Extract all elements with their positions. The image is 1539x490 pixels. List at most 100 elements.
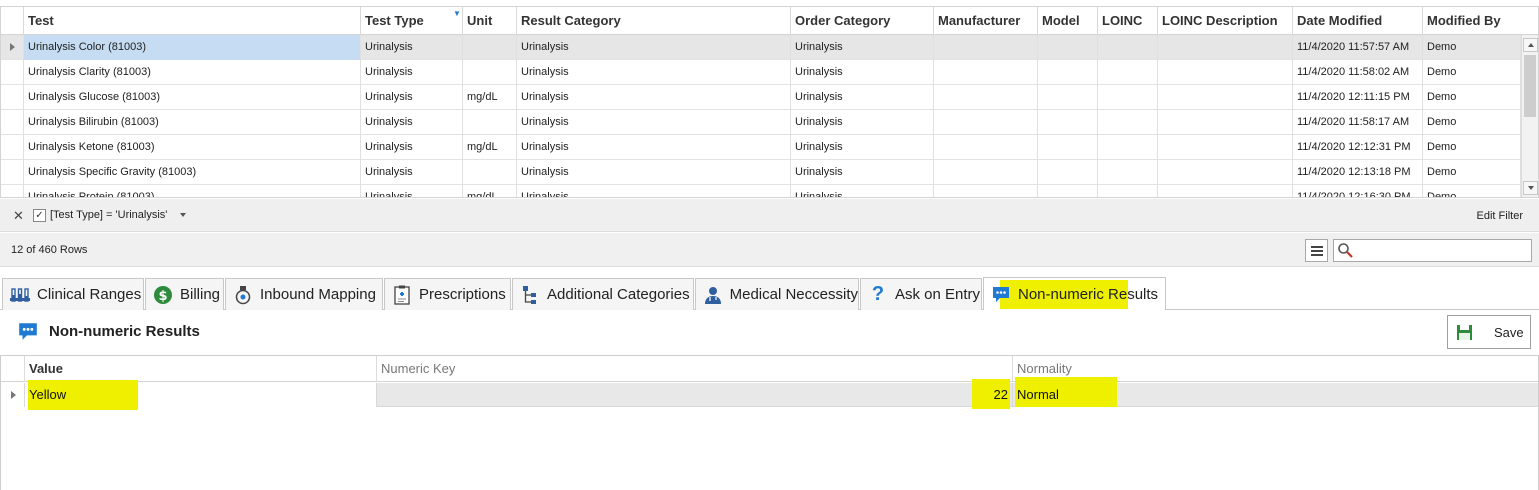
column-header-test-type[interactable]: Test Type [361, 7, 463, 35]
row-indicator[interactable] [1, 185, 24, 197]
result-category-cell[interactable]: Urinalysis [517, 135, 791, 160]
modified-by-cell[interactable]: Demo [1423, 85, 1521, 110]
order-category-cell[interactable]: Urinalysis [791, 160, 934, 185]
test-cell[interactable]: Urinalysis Glucose (81003) [24, 85, 361, 110]
test-type-cell[interactable]: Urinalysis [361, 85, 463, 110]
order-category-cell[interactable]: Urinalysis [791, 35, 934, 60]
column-header-unit[interactable]: Unit [463, 7, 517, 35]
table-row[interactable]: Urinalysis Protein (81003) Urinalysis mg/d… [1, 185, 1521, 197]
model-cell[interactable] [1038, 35, 1098, 60]
column-header-test[interactable]: Test [24, 7, 361, 35]
column-header-result-category[interactable]: Result Category [517, 7, 791, 35]
manufacturer-cell[interactable] [934, 110, 1038, 135]
modified-by-cell[interactable]: Demo [1423, 60, 1521, 85]
filter-expression[interactable]: [Test Type] = 'Urinalysis' [50, 209, 167, 221]
manufacturer-cell[interactable] [934, 185, 1038, 197]
row-indicator[interactable] [1, 383, 25, 407]
loinc-cell[interactable] [1098, 135, 1158, 160]
test-cell[interactable]: Urinalysis Bilirubin (81003) [24, 110, 361, 135]
row-indicator[interactable] [1, 160, 24, 185]
column-header-order-category[interactable]: Order Category [791, 7, 934, 35]
order-category-cell[interactable]: Urinalysis [791, 60, 934, 85]
modified-by-cell[interactable]: Demo [1423, 135, 1521, 160]
tab-non-numeric-results[interactable]: Non-numeric Results [983, 277, 1166, 310]
model-cell[interactable] [1038, 85, 1098, 110]
filter-enabled-checkbox[interactable]: ✓ [33, 209, 46, 222]
test-cell[interactable]: Urinalysis Color (81003) [24, 35, 361, 60]
column-header-loinc[interactable]: LOINC [1098, 7, 1158, 35]
search-input[interactable] [1333, 239, 1532, 262]
table-row[interactable]: Urinalysis Specific Gravity (81003) Urina… [1, 160, 1521, 185]
row-indicator[interactable] [1, 135, 24, 160]
order-category-cell[interactable]: Urinalysis [791, 135, 934, 160]
manufacturer-cell[interactable] [934, 35, 1038, 60]
tab-inbound-mapping[interactable]: Inbound Mapping [225, 278, 383, 310]
test-cell[interactable]: Urinalysis Protein (81003) [24, 185, 361, 197]
loinc-description-cell[interactable] [1158, 160, 1293, 185]
test-type-cell[interactable]: Urinalysis [361, 60, 463, 85]
unit-cell[interactable]: mg/dL [463, 185, 517, 197]
column-menu-button[interactable] [1305, 239, 1328, 262]
table-row[interactable]: Yellow 22 Normal [1, 377, 1538, 410]
loinc-cell[interactable] [1098, 60, 1158, 85]
tab-billing[interactable]: $ Billing [145, 278, 224, 310]
scroll-up-button[interactable] [1523, 38, 1538, 52]
test-cell[interactable]: Urinalysis Clarity (81003) [24, 60, 361, 85]
column-header-date-modified[interactable]: Date Modified [1293, 7, 1423, 35]
result-category-cell[interactable]: Urinalysis [517, 60, 791, 85]
unit-cell[interactable]: mg/dL [463, 135, 517, 160]
unit-cell[interactable] [463, 110, 517, 135]
model-cell[interactable] [1038, 60, 1098, 85]
date-modified-cell[interactable]: 11/4/2020 12:11:15 PM [1293, 85, 1423, 110]
column-header-model[interactable]: Model [1038, 7, 1098, 35]
row-indicator[interactable] [1, 85, 24, 110]
loinc-description-cell[interactable] [1158, 85, 1293, 110]
loinc-cell[interactable] [1098, 185, 1158, 197]
unit-cell[interactable] [463, 35, 517, 60]
loinc-cell[interactable] [1098, 35, 1158, 60]
modified-by-cell[interactable]: Demo [1423, 110, 1521, 135]
loinc-cell[interactable] [1098, 85, 1158, 110]
loinc-description-cell[interactable] [1158, 110, 1293, 135]
loinc-cell[interactable] [1098, 110, 1158, 135]
tab-ask-on-entry[interactable]: ? Ask on Entry [860, 278, 982, 310]
result-category-cell[interactable]: Urinalysis [517, 110, 791, 135]
tab-clinical-ranges[interactable]: Clinical Ranges [2, 278, 144, 310]
loinc-description-cell[interactable] [1158, 60, 1293, 85]
filter-history-dropdown-icon[interactable] [180, 213, 186, 217]
unit-cell[interactable]: mg/dL [463, 85, 517, 110]
loinc-description-cell[interactable] [1158, 35, 1293, 60]
order-category-cell[interactable]: Urinalysis [791, 110, 934, 135]
tab-prescriptions[interactable]: Prescriptions [384, 278, 511, 310]
manufacturer-cell[interactable] [934, 135, 1038, 160]
model-cell[interactable] [1038, 135, 1098, 160]
loinc-description-cell[interactable] [1158, 185, 1293, 197]
modified-by-cell[interactable]: Demo [1423, 35, 1521, 60]
scroll-down-button[interactable] [1523, 181, 1538, 195]
row-indicator[interactable] [1, 35, 24, 60]
model-cell[interactable] [1038, 110, 1098, 135]
date-modified-cell[interactable]: 11/4/2020 11:58:17 AM [1293, 110, 1423, 135]
table-row[interactable]: Urinalysis Ketone (81003) Urinalysis mg/dL… [1, 135, 1521, 160]
clear-filter-icon[interactable]: ✕ [13, 208, 24, 224]
table-row[interactable]: Urinalysis Glucose (81003) Urinalysis mg/d… [1, 85, 1521, 110]
column-header-manufacturer[interactable]: Manufacturer [934, 7, 1038, 35]
edit-filter-link[interactable]: Edit Filter [1477, 210, 1523, 222]
test-type-cell[interactable]: Urinalysis [361, 35, 463, 60]
grid-scrollbar[interactable] [1521, 35, 1538, 197]
order-category-cell[interactable]: Urinalysis [791, 85, 934, 110]
model-cell[interactable] [1038, 160, 1098, 185]
result-category-cell[interactable]: Urinalysis [517, 85, 791, 110]
column-header-loinc-description[interactable]: LOINC Description [1158, 7, 1293, 35]
date-modified-cell[interactable]: 11/4/2020 11:58:02 AM [1293, 60, 1423, 85]
manufacturer-cell[interactable] [934, 60, 1038, 85]
loinc-cell[interactable] [1098, 160, 1158, 185]
test-cell[interactable]: Urinalysis Ketone (81003) [24, 135, 361, 160]
tab-additional-categories[interactable]: Additional Categories [512, 278, 694, 310]
column-header-modified-by[interactable]: Modified By [1423, 7, 1538, 35]
model-cell[interactable] [1038, 185, 1098, 197]
save-button[interactable]: Save [1447, 315, 1531, 349]
numeric-key-cell[interactable]: 22 [377, 379, 1013, 409]
test-type-cell[interactable]: Urinalysis [361, 110, 463, 135]
tab-medical-neccessity[interactable]: Medical Neccessity [695, 278, 859, 310]
